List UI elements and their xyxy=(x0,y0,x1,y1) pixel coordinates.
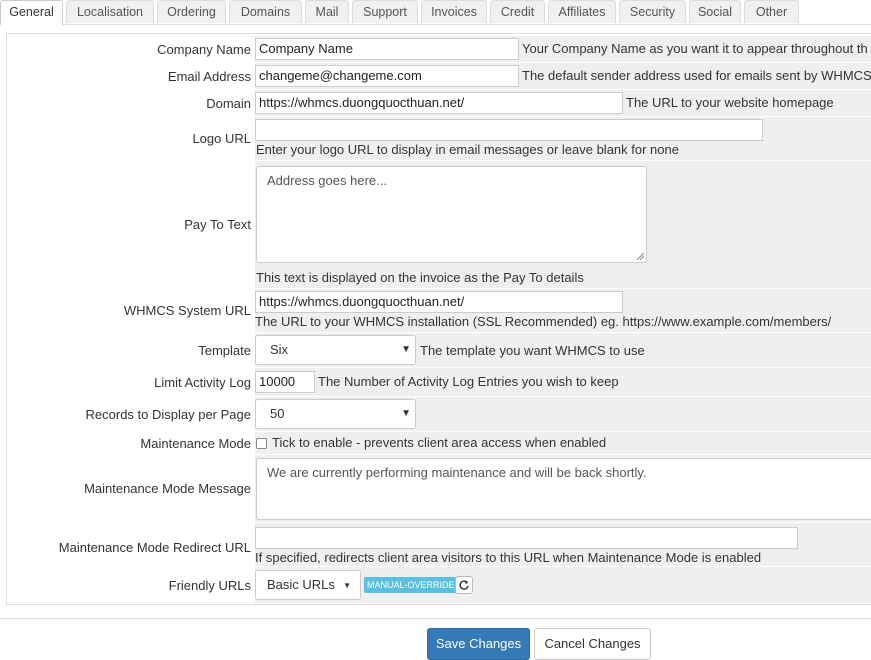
tab-credit[interactable]: Credit xyxy=(490,0,545,23)
template-help: The template you want WHMCS to use xyxy=(420,343,645,358)
tab-localisation[interactable]: Localisation xyxy=(66,0,154,23)
system-url-row: WHMCS System URL https://whmcs.duongquoc… xyxy=(7,289,871,333)
company-name-label: Company Name xyxy=(7,36,251,62)
friendly-urls-value: Basic URLs xyxy=(267,577,335,592)
resize-handle-icon[interactable] xyxy=(636,252,644,260)
logo-url-help: Enter your logo URL to display in email … xyxy=(256,142,679,157)
maintenance-mode-checkbox[interactable] xyxy=(256,438,267,449)
system-url-input[interactable]: https://whmcs.duongquocthuan.net/ xyxy=(255,291,623,313)
settings-tabs: General Localisation Ordering Domains Ma… xyxy=(0,0,871,25)
maintenance-redirect-help: If specified, redirects client area visi… xyxy=(255,550,762,565)
maintenance-mode-label: Maintenance Mode xyxy=(7,432,251,454)
tab-ordering[interactable]: Ordering xyxy=(157,0,226,23)
pay-to-text-help: This text is displayed on the invoice as… xyxy=(256,270,584,285)
friendly-urls-label: Friendly URLs xyxy=(7,567,251,603)
template-value: Six xyxy=(270,342,289,357)
domain-input[interactable]: https://whmcs.duongquocthuan.net/ xyxy=(255,92,623,114)
tab-mail[interactable]: Mail xyxy=(305,0,349,23)
maintenance-redirect-label-wrap: Maintenance Mode Redirect URL xyxy=(7,523,251,566)
activity-log-input[interactable]: 10000 xyxy=(255,371,315,393)
company-name-input[interactable]: Company Name xyxy=(255,38,519,60)
tab-support[interactable]: Support xyxy=(352,0,418,23)
maintenance-mode-help: Tick to enable - prevents client area ac… xyxy=(272,435,607,450)
records-per-page-label: Records to Display per Page xyxy=(7,397,251,431)
activity-log-help: The Number of Activity Log Entries you w… xyxy=(318,374,619,389)
maintenance-message-value: We are currently performing maintenance … xyxy=(267,465,647,480)
email-address-input[interactable]: changeme@changeme.com xyxy=(255,65,519,87)
general-settings-form: Company Name Company Name Your Company N… xyxy=(6,33,871,605)
activity-log-row: Limit Activity Log 10000 The Number of A… xyxy=(7,368,871,397)
friendly-urls-row: Friendly URLs Basic URLs ▼ MANUAL-OVERRI… xyxy=(7,567,871,604)
records-per-page-value: 50 xyxy=(270,406,285,421)
maintenance-message-row: Maintenance Mode Message We are currentl… xyxy=(7,455,871,523)
company-name-row: Company Name Company Name Your Company N… xyxy=(7,36,871,63)
caret-down-icon: ▼ xyxy=(401,344,411,355)
domain-help: The URL to your website homepage xyxy=(626,95,834,110)
domain-label: Domain xyxy=(7,90,251,116)
maintenance-redirect-input[interactable] xyxy=(255,527,798,549)
maintenance-message-label: Maintenance Mode Message xyxy=(7,455,251,522)
pay-to-text-textarea[interactable]: Address goes here... xyxy=(256,166,647,263)
tab-affiliates[interactable]: Affiliates xyxy=(548,0,616,23)
save-changes-button[interactable]: Save Changes xyxy=(427,628,530,660)
maintenance-message-textarea[interactable]: We are currently performing maintenance … xyxy=(256,458,871,520)
system-url-help: The URL to your WHMCS installation (SSL … xyxy=(255,314,832,329)
tab-security[interactable]: Security xyxy=(619,0,686,23)
email-address-row: Email Address changeme@changeme.com The … xyxy=(7,63,871,90)
maintenance-redirect-row: Maintenance Mode Redirect URL If specifi… xyxy=(7,523,871,567)
caret-down-icon: ▼ xyxy=(343,581,351,590)
email-address-label: Email Address xyxy=(7,63,251,89)
friendly-urls-dropdown[interactable]: Basic URLs ▼ xyxy=(255,570,361,600)
logo-url-row: Logo URL Enter your logo URL to display … xyxy=(7,117,871,161)
template-label: Template xyxy=(7,333,251,367)
records-per-page-row: Records to Display per Page 50 ▼ xyxy=(7,397,871,432)
maintenance-redirect-label: Maintenance Mode Redirect URL xyxy=(58,540,251,555)
pay-to-text-row: Pay To Text Address goes here... This te… xyxy=(7,161,871,289)
email-address-help: The default sender address used for emai… xyxy=(522,68,871,83)
activity-log-label: Limit Activity Log xyxy=(7,368,251,396)
manual-override-badge: MANUAL-OVERRIDE xyxy=(364,577,458,593)
records-per-page-select[interactable]: 50 ▼ xyxy=(255,399,416,429)
tab-domains[interactable]: Domains xyxy=(229,0,302,23)
tab-general[interactable]: General xyxy=(0,0,63,25)
refresh-icon xyxy=(459,580,469,590)
logo-url-input[interactable] xyxy=(255,119,763,141)
cancel-changes-button[interactable]: Cancel Changes xyxy=(534,628,651,660)
caret-down-icon: ▼ xyxy=(401,408,411,419)
pay-to-text-label: Pay To Text xyxy=(7,161,251,288)
divider xyxy=(0,618,871,619)
tab-invoices[interactable]: Invoices xyxy=(421,0,487,23)
logo-url-label: Logo URL xyxy=(7,117,251,160)
system-url-label: WHMCS System URL xyxy=(7,289,251,332)
refresh-button[interactable] xyxy=(455,576,473,594)
tab-other[interactable]: Other xyxy=(744,0,799,23)
company-name-help: Your Company Name as you want it to appe… xyxy=(522,41,868,56)
tab-social[interactable]: Social xyxy=(689,0,741,23)
template-select[interactable]: Six ▼ xyxy=(255,335,416,365)
domain-row: Domain https://whmcs.duongquocthuan.net/… xyxy=(7,90,871,117)
template-row: Template Six ▼ The template you want WHM… xyxy=(7,333,871,368)
pay-to-text-placeholder: Address goes here... xyxy=(267,173,387,188)
maintenance-mode-row: Maintenance Mode Tick to enable - preven… xyxy=(7,432,871,455)
